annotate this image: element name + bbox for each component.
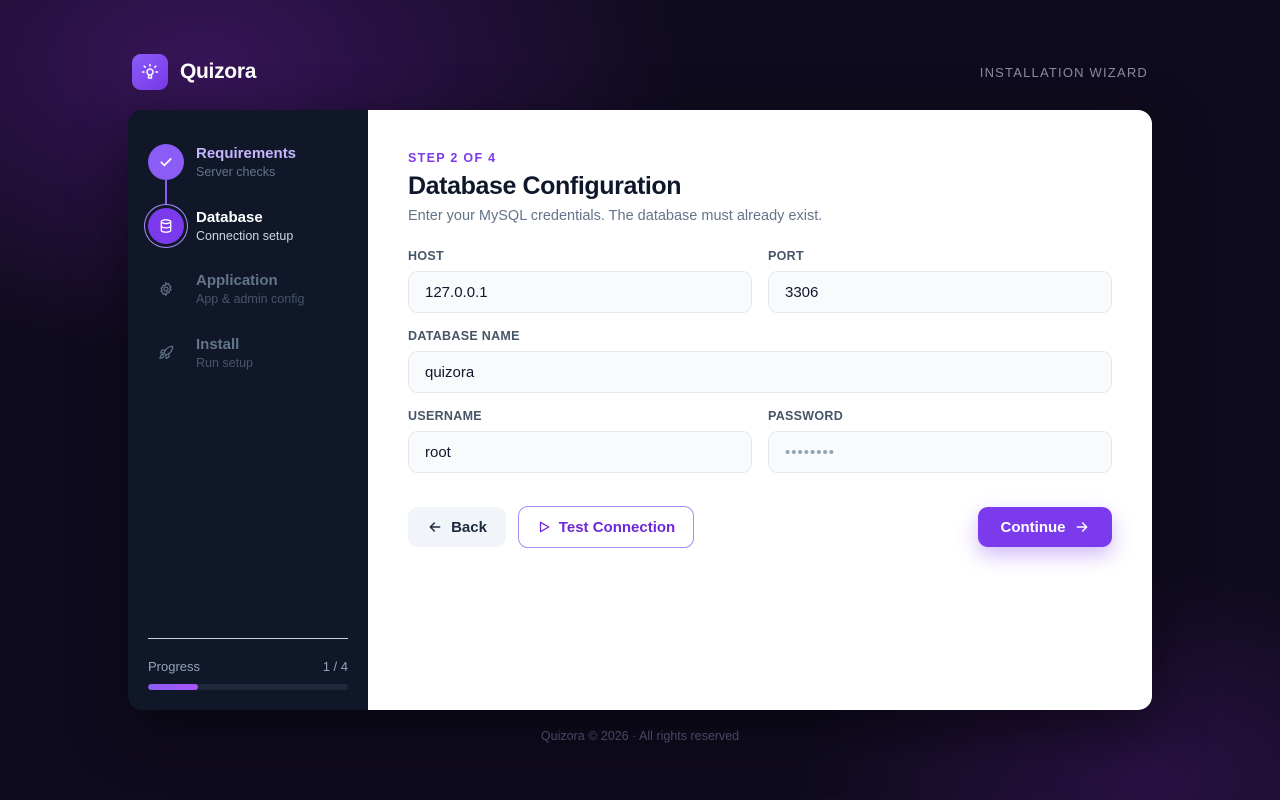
step-title: Requirements xyxy=(196,145,297,162)
step-database[interactable]: Database Connection setup xyxy=(148,208,358,256)
play-icon xyxy=(539,521,550,533)
step-indicator: STEP 2 OF 4 xyxy=(408,151,497,165)
port-field-group: PORT xyxy=(768,249,1112,313)
test-connection-button[interactable]: Test Connection xyxy=(518,506,694,548)
test-connection-label: Test Connection xyxy=(558,518,676,536)
host-field-group: HOST xyxy=(408,249,752,313)
divider xyxy=(148,638,348,639)
steps-sidebar: Requirements Server checks Database Conn… xyxy=(128,110,368,710)
database-name-label: DATABASE NAME xyxy=(408,329,520,343)
brand-name: Quizora xyxy=(180,60,257,83)
step-application[interactable]: Application App & admin config xyxy=(148,271,358,319)
step-subtitle: App & admin config xyxy=(196,292,305,306)
username-field-group: USERNAME xyxy=(408,409,752,473)
host-label: HOST xyxy=(408,249,444,263)
step-title: Application xyxy=(196,272,278,289)
step-subtitle: Server checks xyxy=(196,165,276,179)
progress-bar xyxy=(148,684,348,690)
step-status-circle xyxy=(148,144,184,180)
host-input[interactable] xyxy=(408,271,752,313)
password-label: PASSWORD xyxy=(768,409,844,423)
database-icon xyxy=(160,219,172,233)
page-description: Enter your MySQL credentials. The databa… xyxy=(408,208,823,224)
wizard-card: Requirements Server checks Database Conn… xyxy=(128,110,1152,710)
step-install[interactable]: Install Run setup xyxy=(148,335,358,383)
main-panel: STEP 2 OF 4 Database Configuration Enter… xyxy=(368,110,1152,710)
check-icon xyxy=(160,158,172,167)
step-status-circle xyxy=(148,271,184,307)
back-button-label: Back xyxy=(451,518,487,536)
step-status-circle xyxy=(148,335,184,371)
arrow-left-icon xyxy=(429,522,441,532)
step-title: Database xyxy=(196,209,263,226)
step-subtitle: Run setup xyxy=(196,356,253,370)
step-requirements[interactable]: Requirements Server checks xyxy=(148,144,358,192)
port-label: PORT xyxy=(768,249,804,263)
progress-label: Progress xyxy=(148,659,201,674)
gear-icon xyxy=(160,282,172,296)
top-bar: Quizora INSTALLATION WIZARD xyxy=(132,54,1148,90)
password-field-group: PASSWORD xyxy=(768,409,1112,473)
continue-button-label: Continue xyxy=(1000,518,1066,536)
lightbulb-icon xyxy=(141,63,159,79)
progress-bar-fill xyxy=(148,684,198,690)
rocket-icon xyxy=(159,345,174,359)
footer-text: Quizora © 2026 · All rights reserved xyxy=(540,729,740,743)
progress-count: 1 / 4 xyxy=(322,659,348,674)
back-button[interactable]: Back xyxy=(408,507,506,547)
username-label: USERNAME xyxy=(408,409,482,423)
step-status-circle xyxy=(148,208,184,244)
database-name-field-group: DATABASE NAME xyxy=(408,329,1112,393)
step-title: Install xyxy=(196,336,240,353)
page-title: Database Configuration xyxy=(408,172,682,200)
wizard-label: INSTALLATION WIZARD xyxy=(979,65,1148,80)
logo xyxy=(132,54,168,90)
port-input[interactable] xyxy=(768,271,1112,313)
continue-button[interactable]: Continue xyxy=(978,507,1112,547)
step-subtitle: Connection setup xyxy=(196,229,294,243)
arrow-right-icon xyxy=(1076,522,1087,532)
database-name-input[interactable] xyxy=(408,351,1112,393)
progress-section: Progress 1 / 4 xyxy=(148,638,348,690)
password-input[interactable] xyxy=(768,431,1112,473)
progress-row: Progress 1 / 4 xyxy=(148,659,348,674)
username-input[interactable] xyxy=(408,431,752,473)
